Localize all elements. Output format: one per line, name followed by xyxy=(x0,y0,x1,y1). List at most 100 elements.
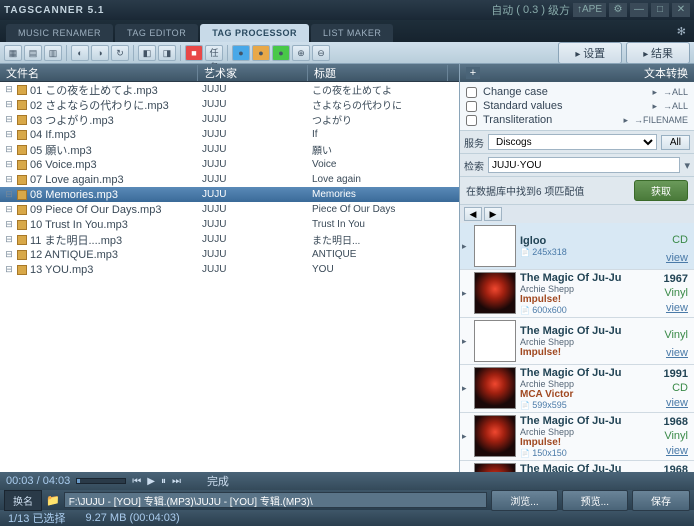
file-row[interactable]: ⊟07 Love again.mp3JUJULove again xyxy=(0,172,459,187)
result-dimensions: 600x600 xyxy=(520,305,652,315)
toolbar-btn[interactable]: ◑ xyxy=(91,45,109,61)
search-input[interactable] xyxy=(488,157,680,173)
file-row[interactable]: ⊟08 Memories.mp3JUJUMemories xyxy=(0,187,459,202)
toolbar-btn[interactable]: ■ xyxy=(185,45,203,61)
view-link[interactable]: view xyxy=(656,252,688,264)
toolbar-btn[interactable]: ◐ xyxy=(71,45,89,61)
option-checkbox[interactable] xyxy=(466,115,477,126)
toolbar-btn[interactable]: 任务 xyxy=(205,45,223,61)
toolbar-btn[interactable]: ● xyxy=(252,45,270,61)
preview-button[interactable]: 预览... xyxy=(562,490,628,511)
result-item[interactable]: ▸The Magic Of Ju-JuArchie SheppImpulse!2… xyxy=(460,461,694,472)
chevron-right-icon[interactable]: ▸ xyxy=(652,87,657,98)
tree-collapse-icon[interactable]: ⊟ xyxy=(4,129,14,140)
settings-icon[interactable]: ⚙ xyxy=(609,3,627,17)
tree-collapse-icon[interactable]: ⊟ xyxy=(4,159,14,170)
tree-collapse-icon[interactable]: ⊟ xyxy=(4,144,14,155)
tree-collapse-icon[interactable]: ⊟ xyxy=(4,189,14,200)
progress-bar[interactable] xyxy=(76,478,126,484)
maximize-button[interactable]: □ xyxy=(651,3,669,17)
next-button[interactable]: ⏭ xyxy=(172,476,181,487)
nav-prev-button[interactable]: ◀ xyxy=(464,207,482,221)
toolbar-btn[interactable]: ◧ xyxy=(138,45,156,61)
file-row[interactable]: ⊟12 ANTIQUE.mp3JUJUANTIQUE xyxy=(0,247,459,262)
file-row[interactable]: ⊟02 さよならの代わりに.mp3JUJUさよならの代わりに xyxy=(0,97,459,112)
file-row[interactable]: ⊟06 Voice.mp3JUJUVoice xyxy=(0,157,459,172)
expand-icon[interactable]: ▸ xyxy=(462,383,470,394)
view-link[interactable]: view xyxy=(656,445,688,457)
play-button[interactable]: ▶ xyxy=(147,476,155,487)
view-link[interactable]: view xyxy=(656,302,688,314)
close-button[interactable]: ✕ xyxy=(672,3,690,17)
expand-icon[interactable]: ▸ xyxy=(462,288,470,299)
toolbar-btn[interactable]: ⊖ xyxy=(312,45,330,61)
tree-collapse-icon[interactable]: ⊟ xyxy=(4,219,14,230)
chevron-right-icon[interactable]: ▸ xyxy=(652,101,657,112)
expand-icon[interactable]: + xyxy=(466,67,480,79)
option-checkbox[interactable] xyxy=(466,87,477,98)
tab-tag-editor[interactable]: TAG EDITOR xyxy=(115,24,198,42)
file-row[interactable]: ⊟01 この夜を止めてよ.mp3JUJUこの夜を止めてよ xyxy=(0,82,459,97)
file-row[interactable]: ⊟03 つよがり.mp3JUJUつよがり xyxy=(0,112,459,127)
service-select[interactable]: Discogs xyxy=(488,134,657,150)
get-button[interactable]: 获取 xyxy=(634,180,688,201)
view-link[interactable]: view xyxy=(656,397,688,409)
column-filename[interactable]: 文件名 xyxy=(0,65,198,81)
toolbar-btn[interactable]: ▤ xyxy=(24,45,42,61)
browse-button[interactable]: 浏览... xyxy=(491,490,557,511)
tree-collapse-icon[interactable]: ⊟ xyxy=(4,99,14,110)
column-title[interactable]: 标题 xyxy=(308,65,448,81)
mode-results-button[interactable]: ▸ 结果 xyxy=(626,42,690,64)
view-link[interactable]: view xyxy=(656,347,688,359)
file-row[interactable]: ⊟09 Piece Of Our Days.mp3JUJUPiece Of Ou… xyxy=(0,202,459,217)
tree-collapse-icon[interactable]: ⊟ xyxy=(4,84,14,95)
format-selector[interactable]: ↑APE xyxy=(573,3,606,17)
toolbar-btn[interactable]: ● xyxy=(232,45,250,61)
file-icon xyxy=(17,130,27,140)
result-item[interactable]: ▸The Magic Of Ju-JuArchie SheppImpulse!V… xyxy=(460,318,694,365)
prev-button[interactable]: ⏮ xyxy=(132,476,141,487)
expand-icon[interactable]: ▸ xyxy=(462,431,470,442)
mode-settings-button[interactable]: ▸ 设置 xyxy=(558,42,622,64)
path-input[interactable] xyxy=(64,492,488,508)
toolbar-btn[interactable]: ▥ xyxy=(44,45,62,61)
tab-list-maker[interactable]: LIST MAKER xyxy=(311,24,393,42)
tab-tag-processor[interactable]: TAG PROCESSOR xyxy=(200,24,309,42)
expand-icon[interactable]: ▸ xyxy=(462,336,470,347)
file-row[interactable]: ⊟11 また明日....mp3JUJUまた明日... xyxy=(0,232,459,247)
file-artist: JUJU xyxy=(198,174,308,185)
tree-collapse-icon[interactable]: ⊟ xyxy=(4,114,14,125)
toolbar-btn[interactable]: ● xyxy=(272,45,290,61)
result-item[interactable]: ▸The Magic Of Ju-JuArchie SheppImpulse!6… xyxy=(460,270,694,318)
file-row[interactable]: ⊟10 Trust In You.mp3JUJUTrust In You xyxy=(0,217,459,232)
column-artist[interactable]: 艺术家 xyxy=(198,65,308,81)
dropdown-icon[interactable]: ▾ xyxy=(684,159,690,172)
tab-music-renamer[interactable]: MUSIC RENAMER xyxy=(6,24,113,42)
file-row[interactable]: ⊟05 願い.mp3JUJU願い xyxy=(0,142,459,157)
nav-next-button[interactable]: ▶ xyxy=(484,207,502,221)
option-checkbox[interactable] xyxy=(466,101,477,112)
chevron-right-icon[interactable]: ▸ xyxy=(623,115,628,126)
folder-icon[interactable]: 📁 xyxy=(46,494,60,507)
tree-collapse-icon[interactable]: ⊟ xyxy=(4,234,14,245)
toolbar-btn[interactable]: ⊕ xyxy=(292,45,310,61)
all-button[interactable]: All xyxy=(661,135,690,150)
result-item[interactable]: ▸The Magic Of Ju-JuArchie SheppImpulse!1… xyxy=(460,413,694,461)
result-item[interactable]: ▸The Magic Of Ju-JuArchie SheppMCA Victo… xyxy=(460,365,694,413)
minimize-button[interactable]: — xyxy=(630,3,648,17)
gear-icon[interactable]: ✻ xyxy=(669,21,694,42)
toolbar-btn[interactable]: ↻ xyxy=(111,45,129,61)
file-row[interactable]: ⊟04 If.mp3JUJUIf xyxy=(0,127,459,142)
tree-collapse-icon[interactable]: ⊟ xyxy=(4,204,14,215)
save-button[interactable]: 保存 xyxy=(632,490,690,511)
tree-collapse-icon[interactable]: ⊟ xyxy=(4,264,14,275)
pause-button[interactable]: ⏸ xyxy=(161,476,166,487)
expand-icon[interactable]: ▸ xyxy=(462,241,470,252)
toolbar-btn[interactable]: ▦ xyxy=(4,45,22,61)
tree-collapse-icon[interactable]: ⊟ xyxy=(4,174,14,185)
result-item[interactable]: ▸Igloo245x318CDview xyxy=(460,223,694,270)
file-row[interactable]: ⊟13 YOU.mp3JUJUYOU xyxy=(0,262,459,277)
tree-collapse-icon[interactable]: ⊟ xyxy=(4,249,14,260)
toolbar-btn[interactable]: ◨ xyxy=(158,45,176,61)
file-name: 02 さよならの代わりに.mp3 xyxy=(30,97,169,113)
